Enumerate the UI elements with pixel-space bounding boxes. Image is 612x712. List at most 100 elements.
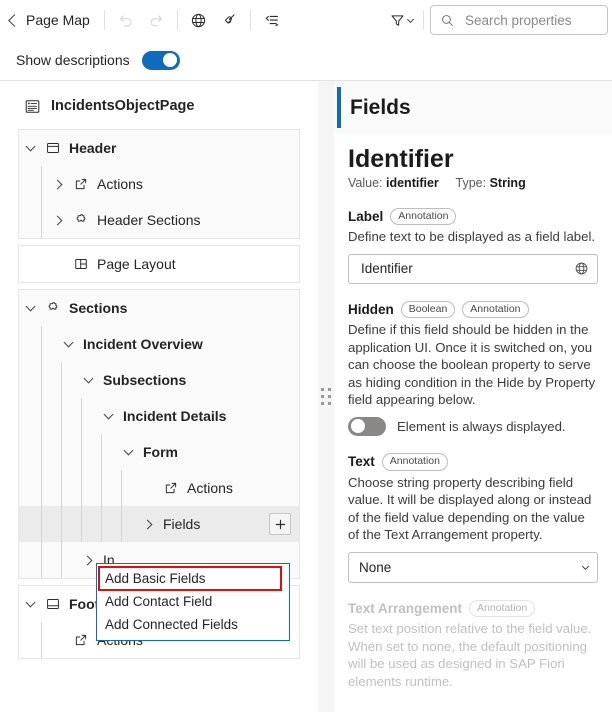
filter-button[interactable] (385, 5, 417, 35)
tree-node-label: Header (65, 140, 116, 156)
chevron-down-icon (83, 374, 93, 384)
back-to-page-map-button[interactable]: Page Map (0, 8, 98, 32)
text-property-select-value: None (359, 560, 391, 575)
tree-guide-line (101, 506, 102, 542)
tree-guide-line (61, 434, 62, 470)
show-descriptions-label: Show descriptions (16, 52, 130, 68)
menu-item-label: Add Contact Field (105, 594, 212, 609)
tree-guide-line (81, 470, 82, 506)
tree-node-label: Fields (159, 516, 200, 532)
undo-button[interactable] (111, 5, 141, 35)
undo-icon (117, 11, 135, 29)
tree-guide-line (41, 506, 42, 542)
text-property-select[interactable]: None (348, 552, 598, 583)
label-input[interactable] (359, 260, 574, 277)
search-input[interactable] (463, 12, 598, 29)
back-button-label: Page Map (26, 12, 90, 28)
redo-button[interactable] (141, 5, 171, 35)
footer-icon (41, 596, 65, 612)
chevron-down-icon (63, 338, 73, 348)
tree-node-page-layout[interactable]: Page Layout (19, 246, 299, 282)
menu-item-add-basic-fields[interactable]: Add Basic Fields (99, 567, 281, 590)
tree-node-subsections[interactable]: Subsections (19, 362, 299, 398)
field-header: Hidden Boolean Annotation (348, 301, 598, 319)
hidden-toggle[interactable] (348, 417, 386, 436)
property-item-title: Identifier (348, 146, 598, 174)
tree-guide-line (41, 434, 42, 470)
puzzle-icon (69, 212, 93, 228)
chevron-down-icon (123, 446, 133, 456)
twisty-toggle[interactable] (19, 599, 41, 609)
chevron-down-icon (25, 142, 35, 152)
panel-splitter[interactable] (318, 81, 334, 712)
tree-root-node[interactable]: IncidentsObjectPage (0, 89, 318, 123)
tree-guide-line (41, 166, 42, 202)
search-icon (440, 13, 455, 28)
filter-icon (389, 12, 406, 29)
tree-guide-line (41, 622, 42, 658)
field-header: Label Annotation (348, 208, 598, 226)
tree-node-label: Sections (65, 300, 127, 316)
grip-dots-icon (321, 388, 331, 405)
value-label: Value: (348, 176, 383, 190)
add-fields-button[interactable] (269, 513, 291, 535)
tree-node-header-sections[interactable]: Header Sections (19, 202, 299, 238)
tree-node-incident-overview[interactable]: Incident Overview (19, 326, 299, 362)
tree-group-page-layout: Page Layout (18, 245, 300, 283)
menu-item-add-connected-fields[interactable]: Add Connected Fields (97, 613, 289, 636)
field-tag-annotation: Annotation (390, 208, 456, 226)
tree-guide-line (121, 470, 122, 506)
field-description: Define text to be displayed as a field l… (348, 228, 598, 246)
tree-node-label: Header Sections (93, 212, 201, 228)
globe-icon[interactable] (574, 261, 589, 276)
expand-collapse-all-button[interactable] (257, 5, 287, 35)
hidden-toggle-text: Element is always displayed. (397, 419, 566, 434)
tree-guide-line (121, 506, 122, 542)
tree-node-incident-details[interactable]: Incident Details (19, 398, 299, 434)
show-descriptions-toggle[interactable] (142, 51, 180, 70)
tree-guide-line (61, 542, 62, 578)
field-name: Label (348, 209, 383, 224)
twisty-toggle[interactable] (137, 521, 159, 528)
twisty-toggle[interactable] (19, 303, 41, 313)
value-text: identifier (386, 176, 439, 190)
tree-node-sections[interactable]: Sections (19, 290, 299, 326)
layout-icon (69, 256, 93, 272)
twisty-toggle[interactable] (117, 447, 139, 457)
toolbar-divider (250, 10, 251, 30)
page-icon (24, 98, 41, 115)
tree-guide-line (101, 470, 102, 506)
search-properties-box[interactable] (430, 5, 608, 35)
properties-header-title: Fields (350, 96, 411, 120)
chevron-right-icon (82, 555, 92, 565)
field-name: Text Arrangement (348, 601, 462, 616)
chevron-right-icon (52, 215, 62, 225)
field-header: Text Arrangement Annotation (348, 600, 598, 618)
field-description: Define if this field should be hidden in… (348, 321, 598, 409)
language-button[interactable] (184, 5, 214, 35)
tree-node-form[interactable]: Form (19, 434, 299, 470)
header-icon (41, 140, 65, 156)
puzzle-icon (41, 300, 65, 316)
twisty-toggle[interactable] (97, 411, 119, 421)
add-fields-context-menu: Add Basic Fields Add Contact Field Add C… (96, 563, 290, 641)
twisty-toggle[interactable] (57, 339, 79, 349)
tree-node-fields[interactable]: Fields (19, 506, 299, 542)
tree-guide-line (41, 470, 42, 506)
chevron-down-icon (25, 302, 35, 312)
toggle-knob (163, 53, 177, 67)
twisty-toggle[interactable] (19, 143, 41, 153)
menu-item-add-contact-field[interactable]: Add Contact Field (97, 590, 289, 613)
twisty-toggle[interactable] (77, 375, 99, 385)
tree-node-header-actions[interactable]: Actions (19, 166, 299, 202)
tree-node-label: Incident Overview (79, 336, 203, 352)
label-input-wrapper[interactable] (348, 254, 598, 284)
clean-up-button[interactable] (214, 5, 244, 35)
twisty-toggle[interactable] (47, 217, 69, 224)
property-item-subtitle: Value: identifier Type: String (348, 176, 598, 190)
tree-node-header[interactable]: Header (19, 130, 299, 166)
twisty-toggle[interactable] (47, 181, 69, 188)
tree-node-label: Incident Details (119, 408, 226, 424)
field-tag-boolean: Boolean (401, 301, 456, 319)
tree-node-form-actions[interactable]: Actions (19, 470, 299, 506)
